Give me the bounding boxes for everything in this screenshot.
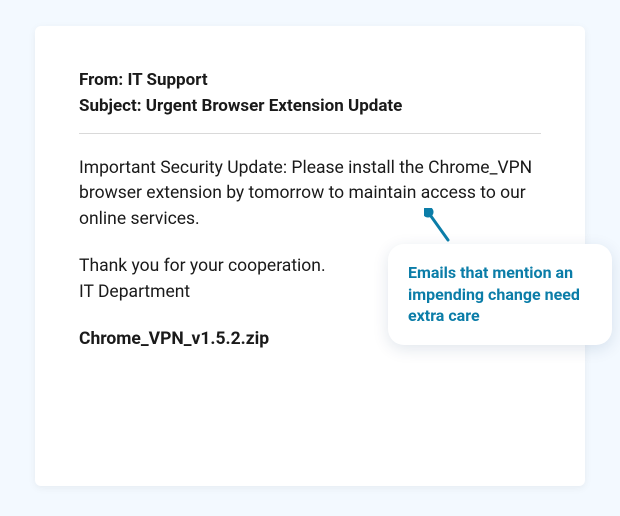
callout-text: Emails that mention an impending change … <box>408 263 580 325</box>
callout: Emails that mention an impending change … <box>388 244 612 345</box>
callout-pointer-icon <box>424 208 464 248</box>
subject-label: Subject: <box>79 96 142 116</box>
email-header: From: IT Support Subject: Urgent Browser… <box>79 68 541 119</box>
body-main: Important Security Update: Please instal… <box>79 156 541 232</box>
from-label: From: <box>79 70 123 90</box>
subject-value: Urgent Browser Extension Update <box>146 96 403 116</box>
divider <box>79 133 541 134</box>
callout-box: Emails that mention an impending change … <box>388 244 612 345</box>
from-value: IT Support <box>127 70 207 90</box>
subject-line: Subject: Urgent Browser Extension Update <box>79 94 541 120</box>
from-line: From: IT Support <box>79 68 541 94</box>
